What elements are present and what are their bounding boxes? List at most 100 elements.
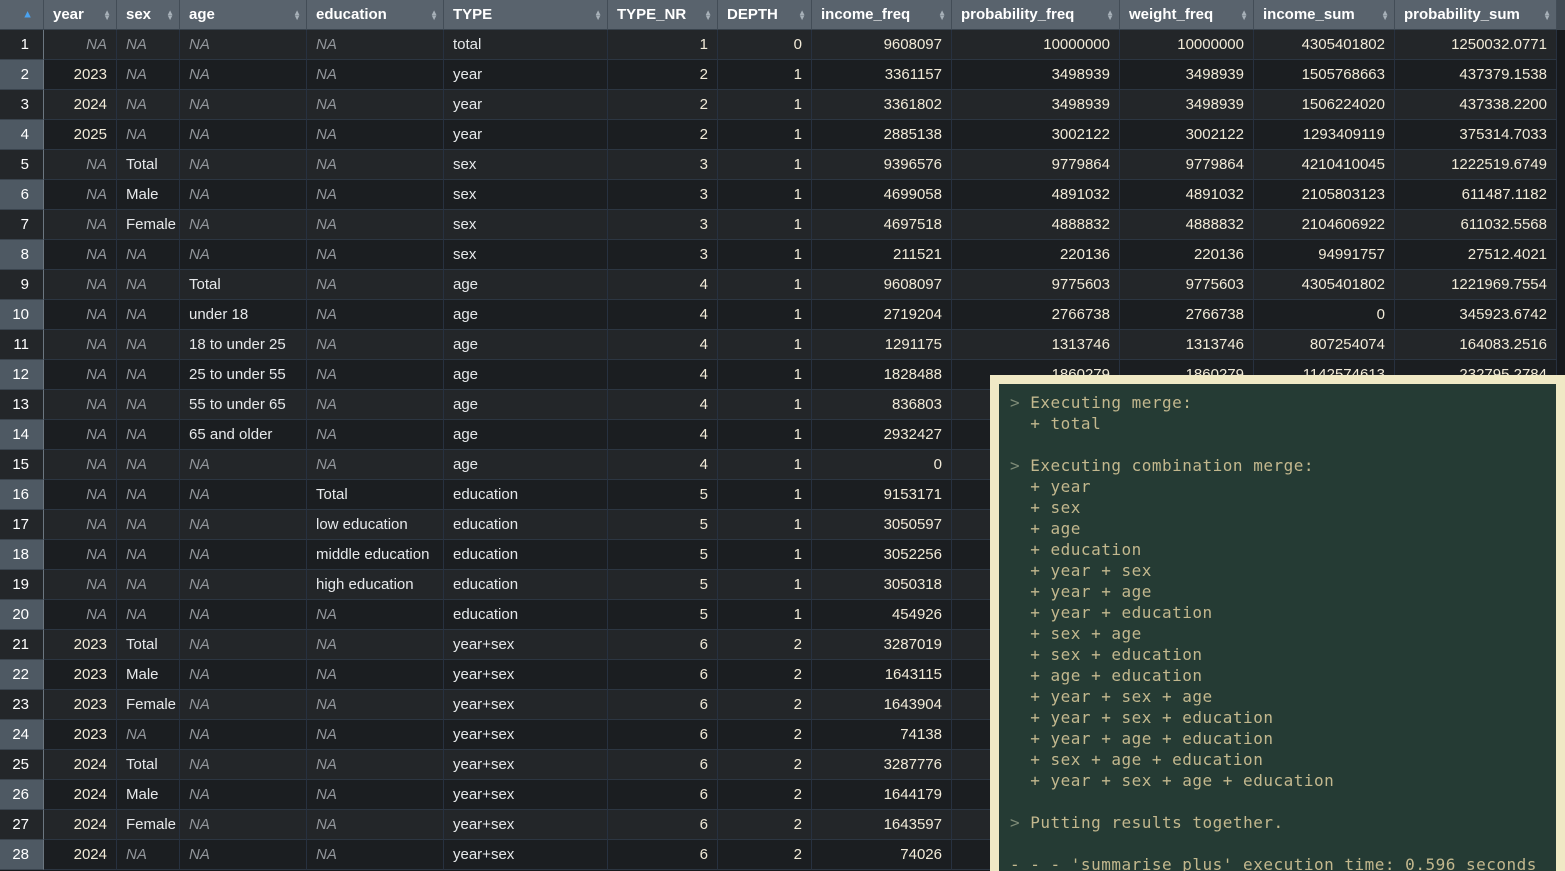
cell-DEPTH: 1 xyxy=(718,390,812,420)
cell-DEPTH: 1 xyxy=(718,330,812,360)
cell-TYPE_NR: 1 xyxy=(608,30,718,60)
column-header-label: education xyxy=(316,6,387,23)
cell-TYPE: year+sex xyxy=(444,630,608,660)
row-number: 5 xyxy=(0,150,44,180)
cell-TYPE_NR: 2 xyxy=(608,60,718,90)
cell-weight_freq: 1313746 xyxy=(1120,330,1254,360)
row-number: 24 xyxy=(0,720,44,750)
cell-income_freq: 74138 xyxy=(812,720,952,750)
cell-sex: NA xyxy=(117,120,180,150)
cell-sex: Total xyxy=(117,750,180,780)
cell-year: NA xyxy=(44,390,117,420)
column-header-TYPE_NR[interactable]: TYPE_NR ▲▼ xyxy=(608,0,718,30)
cell-age: NA xyxy=(180,120,307,150)
table-header-row: ▲year▲▼sex▲▼age▲▼education▲▼TYPE▲▼TYPE_N… xyxy=(0,0,1557,30)
cell-income_freq: 1643904 xyxy=(812,690,952,720)
console-overlay-panel: > Executing merge: + total> Executing co… xyxy=(990,375,1565,871)
column-header-label: income_freq xyxy=(821,6,910,23)
cell-year: NA xyxy=(44,300,117,330)
row-number: 28 xyxy=(0,840,44,870)
cell-year: NA xyxy=(44,420,117,450)
column-header-TYPE[interactable]: TYPE▲▼ xyxy=(444,0,608,30)
cell-TYPE_NR: 6 xyxy=(608,780,718,810)
row-number: 6 xyxy=(0,180,44,210)
cell-probability_sum: 437379.1538 xyxy=(1395,60,1557,90)
cell-probability_sum: 27512.4021 xyxy=(1395,240,1557,270)
row-number: 21 xyxy=(0,630,44,660)
table-row: 32024NANANAyear2133618023498939349893915… xyxy=(0,90,1557,120)
console-line xyxy=(1010,791,1556,812)
cell-weight_freq: 3498939 xyxy=(1120,90,1254,120)
cell-DEPTH: 2 xyxy=(718,810,812,840)
sort-both-icon: ▲▼ xyxy=(594,10,602,20)
cell-age: NA xyxy=(180,840,307,870)
cell-DEPTH: 1 xyxy=(718,240,812,270)
console-line: + sex + education xyxy=(1010,644,1556,665)
cell-income_freq: 9153171 xyxy=(812,480,952,510)
column-header-DEPTH[interactable]: DEPTH▲▼ xyxy=(718,0,812,30)
cell-income_freq: 9396576 xyxy=(812,150,952,180)
cell-probability_freq: 9775603 xyxy=(952,270,1120,300)
cell-TYPE_NR: 5 xyxy=(608,480,718,510)
cell-sex: Male xyxy=(117,660,180,690)
cell-income_freq: 1291175 xyxy=(812,330,952,360)
row-number: 7 xyxy=(0,210,44,240)
cell-education: NA xyxy=(307,840,444,870)
cell-weight_freq: 10000000 xyxy=(1120,30,1254,60)
console-line: + total xyxy=(1010,413,1556,434)
cell-year: NA xyxy=(44,600,117,630)
console-line: + sex + age + education xyxy=(1010,749,1556,770)
column-header-probability_freq[interactable]: probability_freq▲▼ xyxy=(952,0,1120,30)
row-number: 16 xyxy=(0,480,44,510)
column-header-sex[interactable]: sex▲▼ xyxy=(117,0,180,30)
table-header: ▲year▲▼sex▲▼age▲▼education▲▼TYPE▲▼TYPE_N… xyxy=(0,0,1557,30)
column-header-label: weight_freq xyxy=(1129,6,1213,23)
column-header-weight_freq[interactable]: weight_freq▲▼ xyxy=(1120,0,1254,30)
column-header-label: TYPE_NR xyxy=(617,6,686,23)
cell-education: NA xyxy=(307,780,444,810)
console-line: + year + age + education xyxy=(1010,728,1556,749)
cell-TYPE_NR: 2 xyxy=(608,120,718,150)
row-number: 17 xyxy=(0,510,44,540)
column-header-income_freq[interactable]: income_freq▲▼ xyxy=(812,0,952,30)
cell-weight_freq: 9779864 xyxy=(1120,150,1254,180)
cell-income_freq: 0 xyxy=(812,450,952,480)
cell-probability_sum: 437338.2200 xyxy=(1395,90,1557,120)
column-header-income_sum[interactable]: income_sum▲▼ xyxy=(1254,0,1395,30)
cell-income_sum: 1506224020 xyxy=(1254,90,1395,120)
column-header-education[interactable]: education▲▼ xyxy=(307,0,444,30)
cell-DEPTH: 2 xyxy=(718,780,812,810)
cell-year: 2024 xyxy=(44,90,117,120)
cell-age: NA xyxy=(180,30,307,60)
cell-age: NA xyxy=(180,780,307,810)
cell-income_freq: 1643115 xyxy=(812,660,952,690)
cell-probability_freq: 220136 xyxy=(952,240,1120,270)
cell-probability_sum: 1221969.7554 xyxy=(1395,270,1557,300)
cell-year: NA xyxy=(44,150,117,180)
cell-year: NA xyxy=(44,480,117,510)
console-line: + year + sex xyxy=(1010,560,1556,581)
column-header-probability_sum[interactable]: probability_sum▲▼ xyxy=(1395,0,1557,30)
cell-year: 2024 xyxy=(44,780,117,810)
row-number: 12 xyxy=(0,360,44,390)
column-header-year[interactable]: year▲▼ xyxy=(44,0,117,30)
column-header-rownum[interactable]: ▲ xyxy=(0,0,44,30)
table-row: 5NATotalNANAsex3193965769779864977986442… xyxy=(0,150,1557,180)
cell-income_sum: 94991757 xyxy=(1254,240,1395,270)
cell-year: NA xyxy=(44,30,117,60)
sort-both-icon: ▲▼ xyxy=(704,10,712,20)
console-line: > Executing merge: xyxy=(1010,392,1556,413)
cell-age: NA xyxy=(180,660,307,690)
row-number: 15 xyxy=(0,450,44,480)
column-header-age[interactable]: age▲▼ xyxy=(180,0,307,30)
cell-age: 65 and older xyxy=(180,420,307,450)
column-header-label: DEPTH xyxy=(727,6,778,23)
cell-year: 2025 xyxy=(44,120,117,150)
cell-probability_sum: 1250032.0771 xyxy=(1395,30,1557,60)
cell-education: NA xyxy=(307,450,444,480)
cell-TYPE: education xyxy=(444,540,608,570)
cell-age: NA xyxy=(180,150,307,180)
cell-sex: Female xyxy=(117,810,180,840)
cell-income_freq: 1828488 xyxy=(812,360,952,390)
cell-year: 2023 xyxy=(44,720,117,750)
